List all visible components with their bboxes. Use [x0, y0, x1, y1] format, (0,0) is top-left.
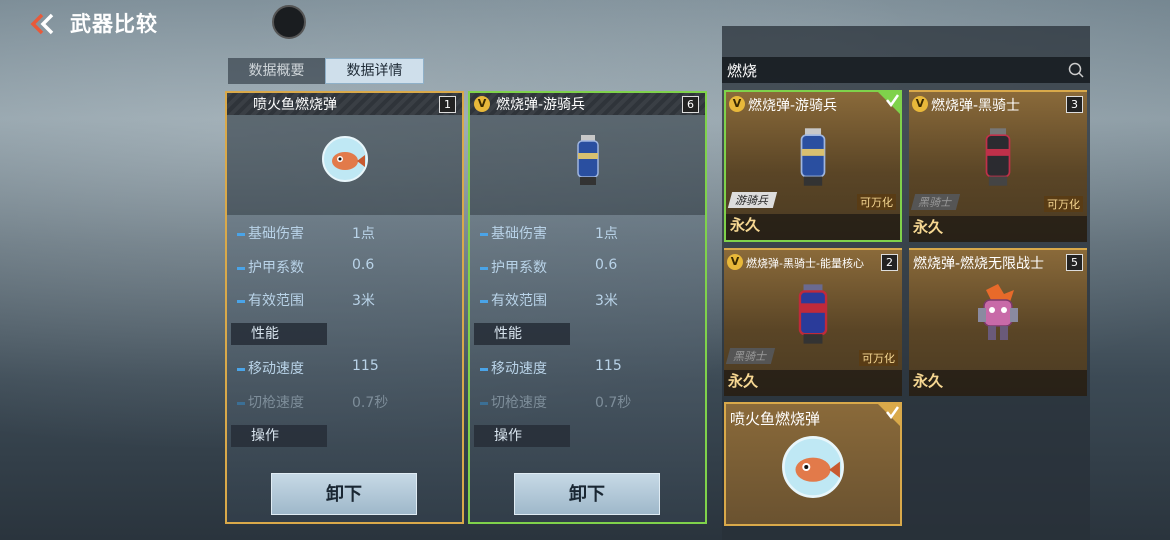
card-name: 燃烧弹-黑骑士-能量核心: [746, 257, 864, 270]
inventory-card[interactable]: V 燃烧弹-黑骑士-能量核心 2 黑骑士 可万化 永久: [724, 248, 902, 396]
tab-bar: 数据概要 数据详情: [228, 58, 424, 84]
skin-tag: 黑骑士: [910, 194, 961, 210]
stat-label: 有效范围: [248, 293, 304, 309]
camera-notch: [272, 5, 306, 39]
skin-tag: 黑骑士: [725, 348, 776, 364]
stat-row: 护甲系数 0.6: [480, 257, 617, 277]
transform-badge: 可万化: [1044, 196, 1083, 212]
v-rank-icon: V: [729, 96, 745, 112]
weapon-name: 喷火鱼燃烧弹: [253, 97, 337, 113]
stat-label: 切枪速度: [491, 395, 547, 411]
inventory-card[interactable]: V 燃烧弹-黑骑士 3 黑骑士 可万化 永久: [909, 90, 1087, 242]
stat-value: 1点: [595, 226, 618, 242]
unload-button[interactable]: 卸下: [271, 473, 417, 515]
compare-panel-2: V 燃烧弹-游骑兵 6 基础伤害 1点 护甲系数 0.6 有效范围 3米 性能 移动速…: [468, 91, 707, 524]
transform-badge: 可万化: [859, 350, 898, 366]
section-performance: 性能: [231, 323, 327, 345]
stat-label: 有效范围: [491, 293, 547, 309]
weapon-name: 燃烧弹-游骑兵: [496, 97, 586, 113]
inventory-card[interactable]: V 燃烧弹-游骑兵 游骑兵 可万化 永久: [724, 90, 902, 242]
stat-row: 有效范围 3米: [480, 290, 618, 310]
stat-value: 0.6: [595, 257, 618, 273]
card-name: 燃烧弹-燃烧无限战士: [913, 256, 1045, 272]
stat-row: 基础伤害 1点: [237, 223, 375, 243]
tab-overview[interactable]: 数据概要: [228, 58, 325, 84]
stat-value: 3米: [595, 293, 618, 309]
level-badge: 3: [1066, 96, 1083, 113]
weapon-image: [470, 115, 705, 215]
v-rank-icon: V: [727, 254, 743, 270]
search-input[interactable]: 燃烧: [722, 57, 1090, 83]
chevron-double-left-icon: [30, 13, 54, 35]
page-title: 武器比较: [70, 12, 158, 36]
compare-panel-1: 喷火鱼燃烧弹 1 基础伤害 1点 护甲系数 0.6 有效范围 3米 性能 移动速度 11…: [225, 91, 464, 524]
fishbowl-grenade-icon: [321, 136, 368, 182]
stat-label: 护甲系数: [248, 260, 304, 276]
stat-label: 基础伤害: [248, 226, 304, 242]
stat-row: 基础伤害 1点: [480, 223, 618, 243]
stat-row: 移动速度 115: [237, 358, 379, 378]
duration-label: 永久: [730, 216, 761, 234]
duration-label: 永久: [913, 218, 944, 236]
weapon-image: [227, 115, 462, 215]
stat-value: 115: [352, 358, 379, 374]
skin-tag: 游骑兵: [727, 192, 778, 208]
stat-row: 有效范围 3米: [237, 290, 375, 310]
stat-label: 移动速度: [248, 361, 304, 377]
section-operation: 操作: [231, 425, 327, 447]
stat-value: 0.7秒: [595, 395, 632, 411]
level-badge: 6: [682, 96, 699, 113]
transform-badge: 可万化: [857, 194, 896, 210]
stat-value: 0.6: [352, 257, 375, 273]
stat-row: 切枪速度 0.7秒: [480, 392, 631, 412]
black-knight-grenade-icon: [985, 128, 1011, 186]
ranger-grenade-icon: [576, 135, 599, 185]
stat-row: 切枪速度 0.7秒: [237, 392, 388, 412]
unload-button[interactable]: 卸下: [514, 473, 660, 515]
stat-value: 115: [595, 358, 622, 374]
card-name: 喷火鱼燃烧弹: [730, 410, 821, 428]
checkmark-icon: [878, 404, 900, 426]
section-operation: 操作: [474, 425, 570, 447]
stat-row: 移动速度 115: [480, 358, 622, 378]
duration-label: 永久: [728, 372, 759, 390]
stat-row: 护甲系数 0.6: [237, 257, 374, 277]
stat-label: 基础伤害: [491, 226, 547, 242]
v-rank-icon: V: [474, 96, 490, 112]
compare-header: V 燃烧弹-游骑兵 6: [470, 93, 705, 115]
search-value: 燃烧: [727, 62, 758, 80]
fishbowl-grenade-icon: [782, 436, 844, 498]
stat-label: 移动速度: [491, 361, 547, 377]
level-badge: 2: [881, 254, 898, 271]
search-icon[interactable]: [1068, 62, 1084, 78]
card-name: 燃烧弹-游骑兵: [748, 98, 838, 114]
stat-label: 切枪速度: [248, 395, 304, 411]
level-badge: 1: [439, 96, 456, 113]
energy-core-grenade-icon: [798, 284, 828, 344]
stat-value: 3米: [352, 293, 375, 309]
inventory-card[interactable]: 喷火鱼燃烧弹: [724, 402, 902, 526]
level-badge: 5: [1066, 254, 1083, 271]
warrior-grenade-icon: [978, 284, 1018, 340]
tab-details[interactable]: 数据详情: [325, 58, 424, 84]
v-rank-icon: V: [912, 96, 928, 112]
ranger-grenade-icon: [800, 128, 826, 186]
duration-label: 永久: [913, 372, 944, 390]
stat-value: 1点: [352, 226, 375, 242]
back-button[interactable]: [28, 12, 56, 36]
stat-label: 护甲系数: [491, 260, 547, 276]
compare-header: 喷火鱼燃烧弹 1: [227, 93, 462, 115]
checkmark-icon: [878, 92, 900, 114]
stat-value: 0.7秒: [352, 395, 389, 411]
card-name: 燃烧弹-黑骑士: [931, 98, 1021, 114]
inventory-card[interactable]: 燃烧弹-燃烧无限战士 5 永久: [909, 248, 1087, 396]
section-performance: 性能: [474, 323, 570, 345]
